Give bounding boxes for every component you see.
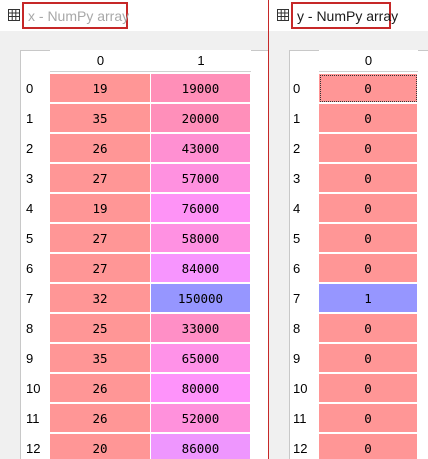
y-row-header-2[interactable]: 2: [293, 134, 315, 163]
y-row-header-4[interactable]: 4: [293, 194, 315, 223]
y-cell-r5-c0[interactable]: 0: [319, 224, 418, 253]
x-row-header-7[interactable]: 7: [26, 284, 48, 313]
y-cell-r9-c0[interactable]: 0: [319, 344, 418, 373]
x-row-header-1[interactable]: 1: [26, 104, 48, 133]
table-grid-icon: [8, 9, 20, 21]
y-row-header-9[interactable]: 9: [293, 344, 315, 373]
x-cell-r4-c0[interactable]: 19: [50, 194, 151, 223]
x-window-title: x - NumPy array: [22, 2, 129, 29]
y-cell-r3-c0[interactable]: 0: [319, 164, 418, 193]
y-cell-r10-c0[interactable]: 0: [319, 374, 418, 403]
x-row-header-4[interactable]: 4: [26, 194, 48, 223]
y-row-header-7[interactable]: 7: [293, 284, 315, 313]
y-row-header-0[interactable]: 0: [293, 74, 315, 103]
x-cell-r2-c1[interactable]: 43000: [151, 134, 251, 163]
x-row-header-10[interactable]: 10: [26, 374, 48, 403]
x-cell-r10-c0[interactable]: 26: [50, 374, 151, 403]
y-column-header-0[interactable]: 0: [319, 50, 418, 72]
y-cell-r0-c0[interactable]: 0: [319, 74, 418, 103]
y-row-header-8[interactable]: 8: [293, 314, 315, 343]
table-grid-icon: [277, 9, 289, 21]
y-window-title: y - NumPy array: [291, 2, 398, 29]
x-cell-r2-c0[interactable]: 26: [50, 134, 151, 163]
x-column-header-1[interactable]: 1: [151, 50, 251, 72]
x-row-header-12[interactable]: 12: [26, 434, 48, 459]
x-cell-r0-c1[interactable]: 19000: [151, 74, 251, 103]
y-row-header-10[interactable]: 10: [293, 374, 315, 403]
y-cell-r11-c0[interactable]: 0: [319, 404, 418, 433]
x-cell-r1-c1[interactable]: 20000: [151, 104, 251, 133]
x-cell-r9-c0[interactable]: 35: [50, 344, 151, 373]
x-cell-r8-c1[interactable]: 33000: [151, 314, 251, 343]
x-cell-r11-c1[interactable]: 52000: [151, 404, 251, 433]
y-row-header-3[interactable]: 3: [293, 164, 315, 193]
x-cell-r5-c1[interactable]: 58000: [151, 224, 251, 253]
y-title-bar[interactable]: y - NumPy array: [269, 0, 428, 31]
x-cell-r7-c1[interactable]: 150000: [151, 284, 251, 313]
x-cell-r8-c0[interactable]: 25: [50, 314, 151, 343]
x-cell-r10-c1[interactable]: 80000: [151, 374, 251, 403]
x-column-header-0[interactable]: 0: [50, 50, 151, 72]
y-cell-r6-c0[interactable]: 0: [319, 254, 418, 283]
x-cell-r5-c0[interactable]: 27: [50, 224, 151, 253]
x-cell-r3-c0[interactable]: 27: [50, 164, 151, 193]
x-row-header-3[interactable]: 3: [26, 164, 48, 193]
y-cell-r4-c0[interactable]: 0: [319, 194, 418, 223]
y-row-header-12[interactable]: 12: [293, 434, 315, 459]
y-row-header-6[interactable]: 6: [293, 254, 315, 283]
x-cell-r6-c0[interactable]: 27: [50, 254, 151, 283]
x-cell-r3-c1[interactable]: 57000: [151, 164, 251, 193]
x-cell-r6-c1[interactable]: 84000: [151, 254, 251, 283]
x-title-bar[interactable]: x - NumPy array: [0, 0, 268, 31]
x-row-header-5[interactable]: 5: [26, 224, 48, 253]
x-cell-r12-c1[interactable]: 86000: [151, 434, 251, 459]
x-row-header-6[interactable]: 6: [26, 254, 48, 283]
y-cell-r12-c0[interactable]: 0: [319, 434, 418, 459]
x-cell-r7-c0[interactable]: 32: [50, 284, 151, 313]
y-cell-r2-c0[interactable]: 0: [319, 134, 418, 163]
x-row-header-0[interactable]: 0: [26, 74, 48, 103]
x-cell-r11-c0[interactable]: 26: [50, 404, 151, 433]
y-cell-r8-c0[interactable]: 0: [319, 314, 418, 343]
y-cell-r1-c0[interactable]: 0: [319, 104, 418, 133]
y-row-header-1[interactable]: 1: [293, 104, 315, 133]
x-row-header-2[interactable]: 2: [26, 134, 48, 163]
x-row-header-11[interactable]: 11: [26, 404, 48, 433]
x-cell-r0-c0[interactable]: 19: [50, 74, 151, 103]
y-array-window: y - NumPy array 0 0 0 1 0 2 0 3 0 4 0 5 0 6 0 7 1 8 0 9 0 10 0…: [269, 0, 428, 459]
x-cell-r12-c0[interactable]: 20: [50, 434, 151, 459]
x-row-header-9[interactable]: 9: [26, 344, 48, 373]
x-array-window: x - NumPy array 0 1 0 19 19000 1 35 20000 2 26 430…: [0, 0, 268, 459]
array-editor-screen: x - NumPy array 0 1 0 19 19000 1 35 20000 2 26 430…: [0, 0, 428, 459]
y-row-header-5[interactable]: 5: [293, 224, 315, 253]
y-cell-r7-c0[interactable]: 1: [319, 284, 418, 313]
x-row-header-8[interactable]: 8: [26, 314, 48, 343]
x-cell-r4-c1[interactable]: 76000: [151, 194, 251, 223]
y-row-header-11[interactable]: 11: [293, 404, 315, 433]
x-cell-r9-c1[interactable]: 65000: [151, 344, 251, 373]
x-cell-r1-c0[interactable]: 35: [50, 104, 151, 133]
